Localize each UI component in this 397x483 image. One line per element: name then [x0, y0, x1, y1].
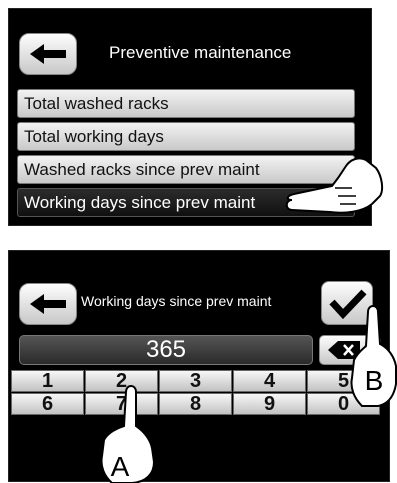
page-title: Preventive maintenance	[109, 43, 292, 62]
key-3[interactable]: 3	[159, 370, 232, 392]
back-button[interactable]	[19, 283, 77, 325]
key-9[interactable]: 9	[233, 393, 306, 415]
page-title: Working days since prev maint	[81, 293, 272, 309]
menu-item-working-days-since-prev-maint[interactable]: Working days since prev maint	[17, 188, 355, 217]
key-7[interactable]: 7	[85, 393, 158, 415]
key-8[interactable]: 8	[159, 393, 232, 415]
key-2[interactable]: 2	[85, 370, 158, 392]
menu-item-total-washed-racks[interactable]: Total washed racks	[17, 89, 355, 118]
back-button[interactable]	[19, 33, 77, 75]
key-6[interactable]: 6	[11, 393, 84, 415]
key-5[interactable]: 5	[307, 370, 380, 392]
value-display: 365	[19, 335, 313, 365]
menu-item-washed-racks-since-prev-maint[interactable]: Washed racks since prev maint	[17, 155, 355, 184]
numeric-keypad: 1 2 3 4 5 6 7 8 9 0	[11, 370, 387, 416]
backspace-icon	[328, 341, 360, 359]
arrow-left-icon	[30, 294, 66, 314]
confirm-button[interactable]	[321, 281, 373, 325]
arrow-left-icon	[30, 44, 66, 64]
key-4[interactable]: 4	[233, 370, 306, 392]
key-1[interactable]: 1	[11, 370, 84, 392]
checkmark-icon	[329, 289, 367, 320]
preventive-maintenance-screen: Preventive maintenance Total washed rack…	[8, 8, 372, 226]
numeric-entry-screen: Working days since prev maint 365 1 2 3 …	[8, 250, 390, 482]
backspace-button[interactable]	[319, 335, 381, 365]
menu-item-total-working-days[interactable]: Total working days	[17, 122, 355, 151]
key-0[interactable]: 0	[307, 393, 380, 415]
